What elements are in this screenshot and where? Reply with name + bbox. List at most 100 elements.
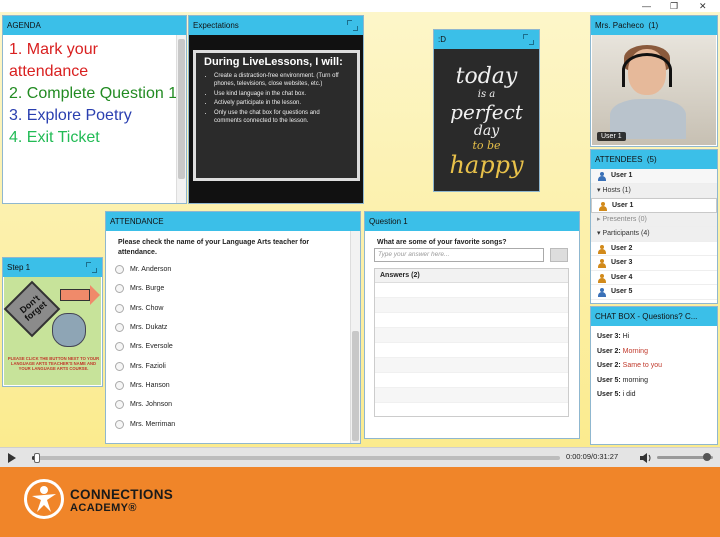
participant-row[interactable]: User 3 bbox=[591, 256, 717, 271]
step-title: Step 1 bbox=[3, 258, 102, 277]
radio-button[interactable] bbox=[115, 323, 124, 333]
d-pod: :D today is a perfect day to be happy bbox=[433, 29, 540, 192]
play-icon[interactable] bbox=[8, 453, 16, 463]
option-label: Mrs. Johnson bbox=[130, 401, 173, 409]
attendance-scrollbar[interactable] bbox=[350, 231, 360, 443]
participant-icon bbox=[598, 273, 606, 283]
agenda-scrollbar[interactable] bbox=[176, 35, 186, 203]
answers-list: Answers (2) bbox=[374, 268, 569, 417]
participant-name: User 3 bbox=[611, 259, 633, 266]
host-user-icon bbox=[599, 202, 607, 211]
chalkboard: During LiveLessons, I will: Create a dis… bbox=[193, 50, 360, 181]
participants-list: User 2 User 3 User 4 User 5 bbox=[591, 242, 717, 300]
volume-slider[interactable] bbox=[657, 453, 713, 461]
hosts-group[interactable]: ▾ Hosts (1) bbox=[591, 183, 717, 198]
answer-row bbox=[375, 313, 568, 328]
answer-row bbox=[375, 283, 568, 298]
attendance-option[interactable]: Mrs. Eversole bbox=[106, 337, 360, 356]
elephant-icon bbox=[52, 313, 86, 347]
answer-row bbox=[375, 388, 568, 403]
video-user-label: User 1 bbox=[597, 132, 626, 141]
option-label: Mrs. Merriman bbox=[130, 420, 176, 428]
option-label: Mr. Anderson bbox=[130, 266, 172, 274]
maximize-icon[interactable] bbox=[86, 262, 97, 273]
volume-knob[interactable] bbox=[703, 453, 712, 461]
attendance-option[interactable]: Mrs. Dukatz bbox=[106, 318, 360, 337]
today-is-a-perfect-day-image: today is a perfect day to be happy bbox=[434, 49, 539, 191]
participant-row[interactable]: User 4 bbox=[591, 271, 717, 285]
agenda-item: 4. Exit Ticket bbox=[9, 129, 100, 146]
attendance-option[interactable]: Mrs. Burge bbox=[106, 279, 360, 298]
option-label: Mrs. Fazioli bbox=[130, 362, 166, 370]
chat-text: morning bbox=[620, 376, 648, 384]
submit-answer-button[interactable] bbox=[550, 248, 568, 262]
agenda-scroll-thumb[interactable] bbox=[178, 39, 185, 179]
attendance-scroll-thumb[interactable] bbox=[352, 331, 359, 441]
image-text: day bbox=[473, 123, 500, 139]
attendance-option[interactable]: Mrs. Chow bbox=[106, 299, 360, 318]
radio-button[interactable] bbox=[115, 342, 124, 352]
option-label: Mrs. Dukatz bbox=[130, 324, 168, 332]
minimize-button[interactable]: — bbox=[642, 0, 651, 12]
chat-messages: User 3: Hi User 2: Morning User 2: Same to… bbox=[591, 326, 717, 403]
participants-group[interactable]: ▾ Participants (4) bbox=[591, 227, 717, 242]
rule-item: Use kind language in the chat box. bbox=[214, 90, 349, 99]
radio-button[interactable] bbox=[115, 303, 124, 313]
footer-brand-bar: CONNECTIONS ACADEMY® bbox=[0, 467, 720, 537]
host-user-row[interactable]: User 1 bbox=[591, 198, 717, 213]
radio-button[interactable] bbox=[115, 361, 124, 371]
arrow-head bbox=[90, 285, 100, 305]
video-pod-title: Mrs. Pacheco (1) bbox=[591, 16, 717, 35]
attendance-option[interactable]: Mrs. Fazioli bbox=[106, 356, 360, 375]
image-text: today bbox=[455, 64, 518, 89]
chat-text: Morning bbox=[620, 347, 648, 355]
option-label: Mrs. Chow bbox=[130, 304, 164, 312]
radio-button[interactable] bbox=[115, 380, 124, 390]
answer-row bbox=[375, 358, 568, 373]
chat-user: User 3: bbox=[597, 333, 621, 340]
participant-row[interactable]: User 5 bbox=[591, 285, 717, 300]
attendance-option[interactable]: Mrs. Hanson bbox=[106, 376, 360, 395]
attendance-option[interactable]: Mrs. Johnson bbox=[106, 395, 360, 414]
chat-text: Same to you bbox=[620, 362, 662, 369]
maximize-icon[interactable] bbox=[523, 34, 534, 45]
attendance-option[interactable]: Mr. Anderson bbox=[106, 260, 360, 279]
answer-input[interactable]: Type your answer here... bbox=[374, 248, 544, 262]
expectations-image: During LiveLessons, I will: Create a dis… bbox=[189, 35, 363, 203]
question-pod: Question 1 What are some of your favorit… bbox=[364, 211, 580, 439]
option-label: Mrs. Eversole bbox=[130, 343, 173, 351]
attendance-option[interactable]: Mrs. Merriman bbox=[106, 414, 360, 433]
radio-button[interactable] bbox=[115, 419, 124, 429]
presenters-group[interactable]: ▸ Presenters (0) bbox=[591, 212, 717, 227]
volume-icon[interactable] bbox=[640, 453, 652, 463]
rules-list: Create a distraction-free environment. (… bbox=[204, 72, 349, 126]
radio-button[interactable] bbox=[115, 265, 124, 275]
agenda-pod: AGENDA 1. Mark your attendance 2. Complet… bbox=[2, 15, 187, 204]
chat-user: User 2: bbox=[597, 362, 621, 369]
my-status-row[interactable]: User 1 bbox=[591, 169, 717, 184]
chat-pod: CHAT BOX - Questions? C... User 3: Hi Use… bbox=[590, 306, 718, 445]
answer-row bbox=[375, 343, 568, 358]
chat-user: User 5: bbox=[597, 376, 621, 384]
chat-text: Hi bbox=[620, 333, 630, 340]
rule-item: Create a distraction-free environment. (… bbox=[214, 72, 349, 89]
d-pod-title: :D bbox=[434, 30, 539, 49]
playback-track[interactable] bbox=[32, 453, 560, 463]
radio-button[interactable] bbox=[115, 400, 124, 410]
answer-row bbox=[375, 328, 568, 343]
playback-thumb[interactable] bbox=[33, 453, 40, 463]
chat-message: User 3: Hi bbox=[591, 330, 717, 345]
agenda-list: 1. Mark your attendance 2. Complete Quest… bbox=[3, 35, 186, 153]
participant-row[interactable]: User 2 bbox=[591, 242, 717, 256]
attendance-title: ATTENDANCE bbox=[106, 212, 360, 231]
playback-time: 0:00:09/0:31:27 bbox=[566, 452, 619, 461]
close-button[interactable]: ✕ bbox=[699, 0, 707, 12]
agenda-item: 1. Mark your attendance bbox=[9, 41, 98, 80]
radio-button[interactable] bbox=[115, 284, 124, 294]
playback-bar: 0:00:09/0:31:27 bbox=[0, 447, 720, 467]
chat-text: i did bbox=[620, 391, 636, 398]
image-text: perfect bbox=[450, 100, 523, 124]
restore-button[interactable]: ❐ bbox=[670, 0, 678, 12]
agenda-title: AGENDA bbox=[3, 16, 186, 35]
maximize-icon[interactable] bbox=[347, 20, 358, 31]
